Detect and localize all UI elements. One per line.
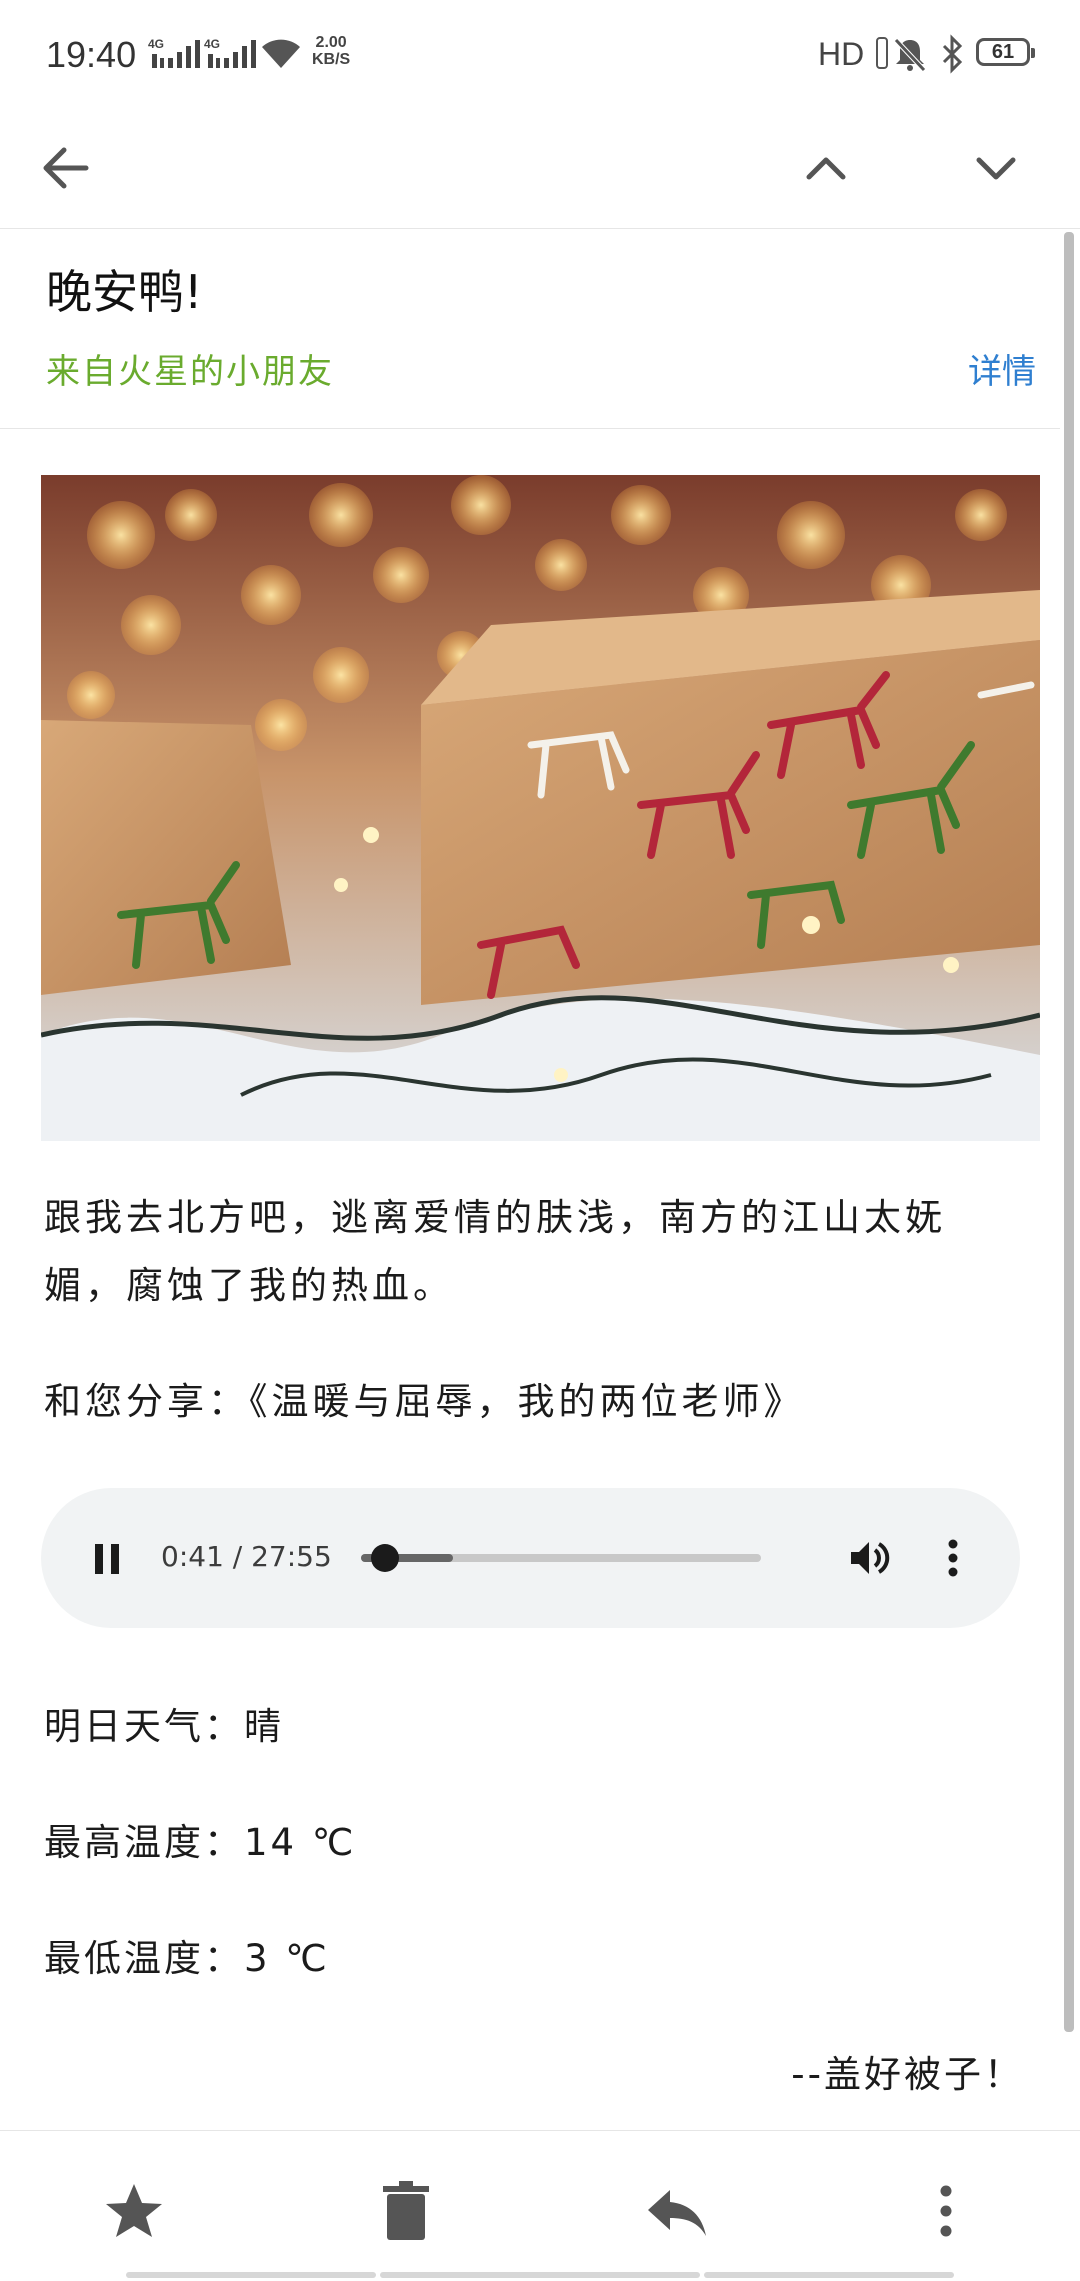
previous-mail-button[interactable] xyxy=(786,128,866,208)
bottom-action-bar xyxy=(0,2130,1080,2281)
mail-hero-image xyxy=(41,475,1040,1141)
star-icon xyxy=(106,2184,162,2237)
svg-text:4G: 4G xyxy=(204,37,220,51)
hd-sub-icon xyxy=(876,37,888,69)
signal-4g-icon-2: 4G xyxy=(204,37,256,68)
player-more-icon[interactable] xyxy=(941,1534,965,1582)
nav-indicator-1 xyxy=(126,2272,376,2278)
christmas-gifts-illustration xyxy=(41,475,1040,1141)
details-link[interactable]: 详情 xyxy=(968,344,1036,393)
more-button[interactable] xyxy=(906,2171,986,2251)
battery-indicator: 61 xyxy=(976,38,1035,66)
status-bar: 19:40 4G 4G 2.00 KB/S HD 61 xyxy=(0,0,1080,108)
mail-paragraph-1: 跟我去北方吧，逃离爱情的肤浅，南方的江山太妩媚，腐蚀了我的热血。 xyxy=(44,1196,946,1307)
network-speed: 2.00 KB/S xyxy=(312,34,350,68)
reply-button[interactable] xyxy=(636,2171,716,2251)
more-vertical-icon xyxy=(940,2185,952,2237)
nav-indicator-3 xyxy=(704,2272,954,2278)
speed-unit: KB/S xyxy=(312,51,351,68)
audio-player: 0:41 / 27:55 xyxy=(41,1488,1020,1628)
progress-slider[interactable] xyxy=(361,1544,761,1572)
mail-sender[interactable]: 来自火星的小朋友 xyxy=(46,344,334,393)
progress-thumb[interactable] xyxy=(371,1544,399,1572)
weather-line: 明日天气：晴 xyxy=(44,1705,284,1748)
top-app-bar xyxy=(0,108,1080,229)
reply-icon xyxy=(648,2190,706,2236)
star-button[interactable] xyxy=(94,2171,174,2251)
low-temperature: 最低温度：3 ℃ xyxy=(44,1937,330,1980)
back-button[interactable] xyxy=(26,128,106,208)
high-temperature: 最高温度：14 ℃ xyxy=(44,1821,357,1864)
speed-value: 2.00 xyxy=(315,34,347,51)
mail-subject: 晚安鸭! xyxy=(46,265,203,319)
pause-icon[interactable] xyxy=(93,1542,123,1576)
mail-header: 晚安鸭! 来自火星的小朋友 详情 xyxy=(0,228,1060,429)
signoff-text: --盖好被子！ xyxy=(791,2053,1024,2096)
wifi-icon xyxy=(262,39,300,68)
mute-bell-icon xyxy=(894,38,926,72)
status-time: 19:40 xyxy=(46,34,137,75)
hd-indicator: HD xyxy=(818,36,865,72)
scrollbar[interactable] xyxy=(1064,232,1074,2032)
chevron-up-icon xyxy=(806,157,846,180)
trash-icon xyxy=(383,2181,429,2240)
nav-indicator-2 xyxy=(380,2272,700,2278)
volume-icon[interactable] xyxy=(845,1534,893,1582)
svg-text:4G: 4G xyxy=(148,37,164,51)
signal-4g-icon: 4G xyxy=(148,37,200,68)
arrow-left-icon xyxy=(43,147,89,189)
delete-button[interactable] xyxy=(366,2171,446,2251)
chevron-down-icon xyxy=(976,157,1016,180)
bluetooth-icon xyxy=(942,34,963,74)
next-mail-button[interactable] xyxy=(956,128,1036,208)
mail-paragraph-2: 和您分享：《温暖与屈辱，我的两位老师》 xyxy=(44,1380,805,1423)
player-time: 0:41 / 27:55 xyxy=(161,1540,332,1573)
